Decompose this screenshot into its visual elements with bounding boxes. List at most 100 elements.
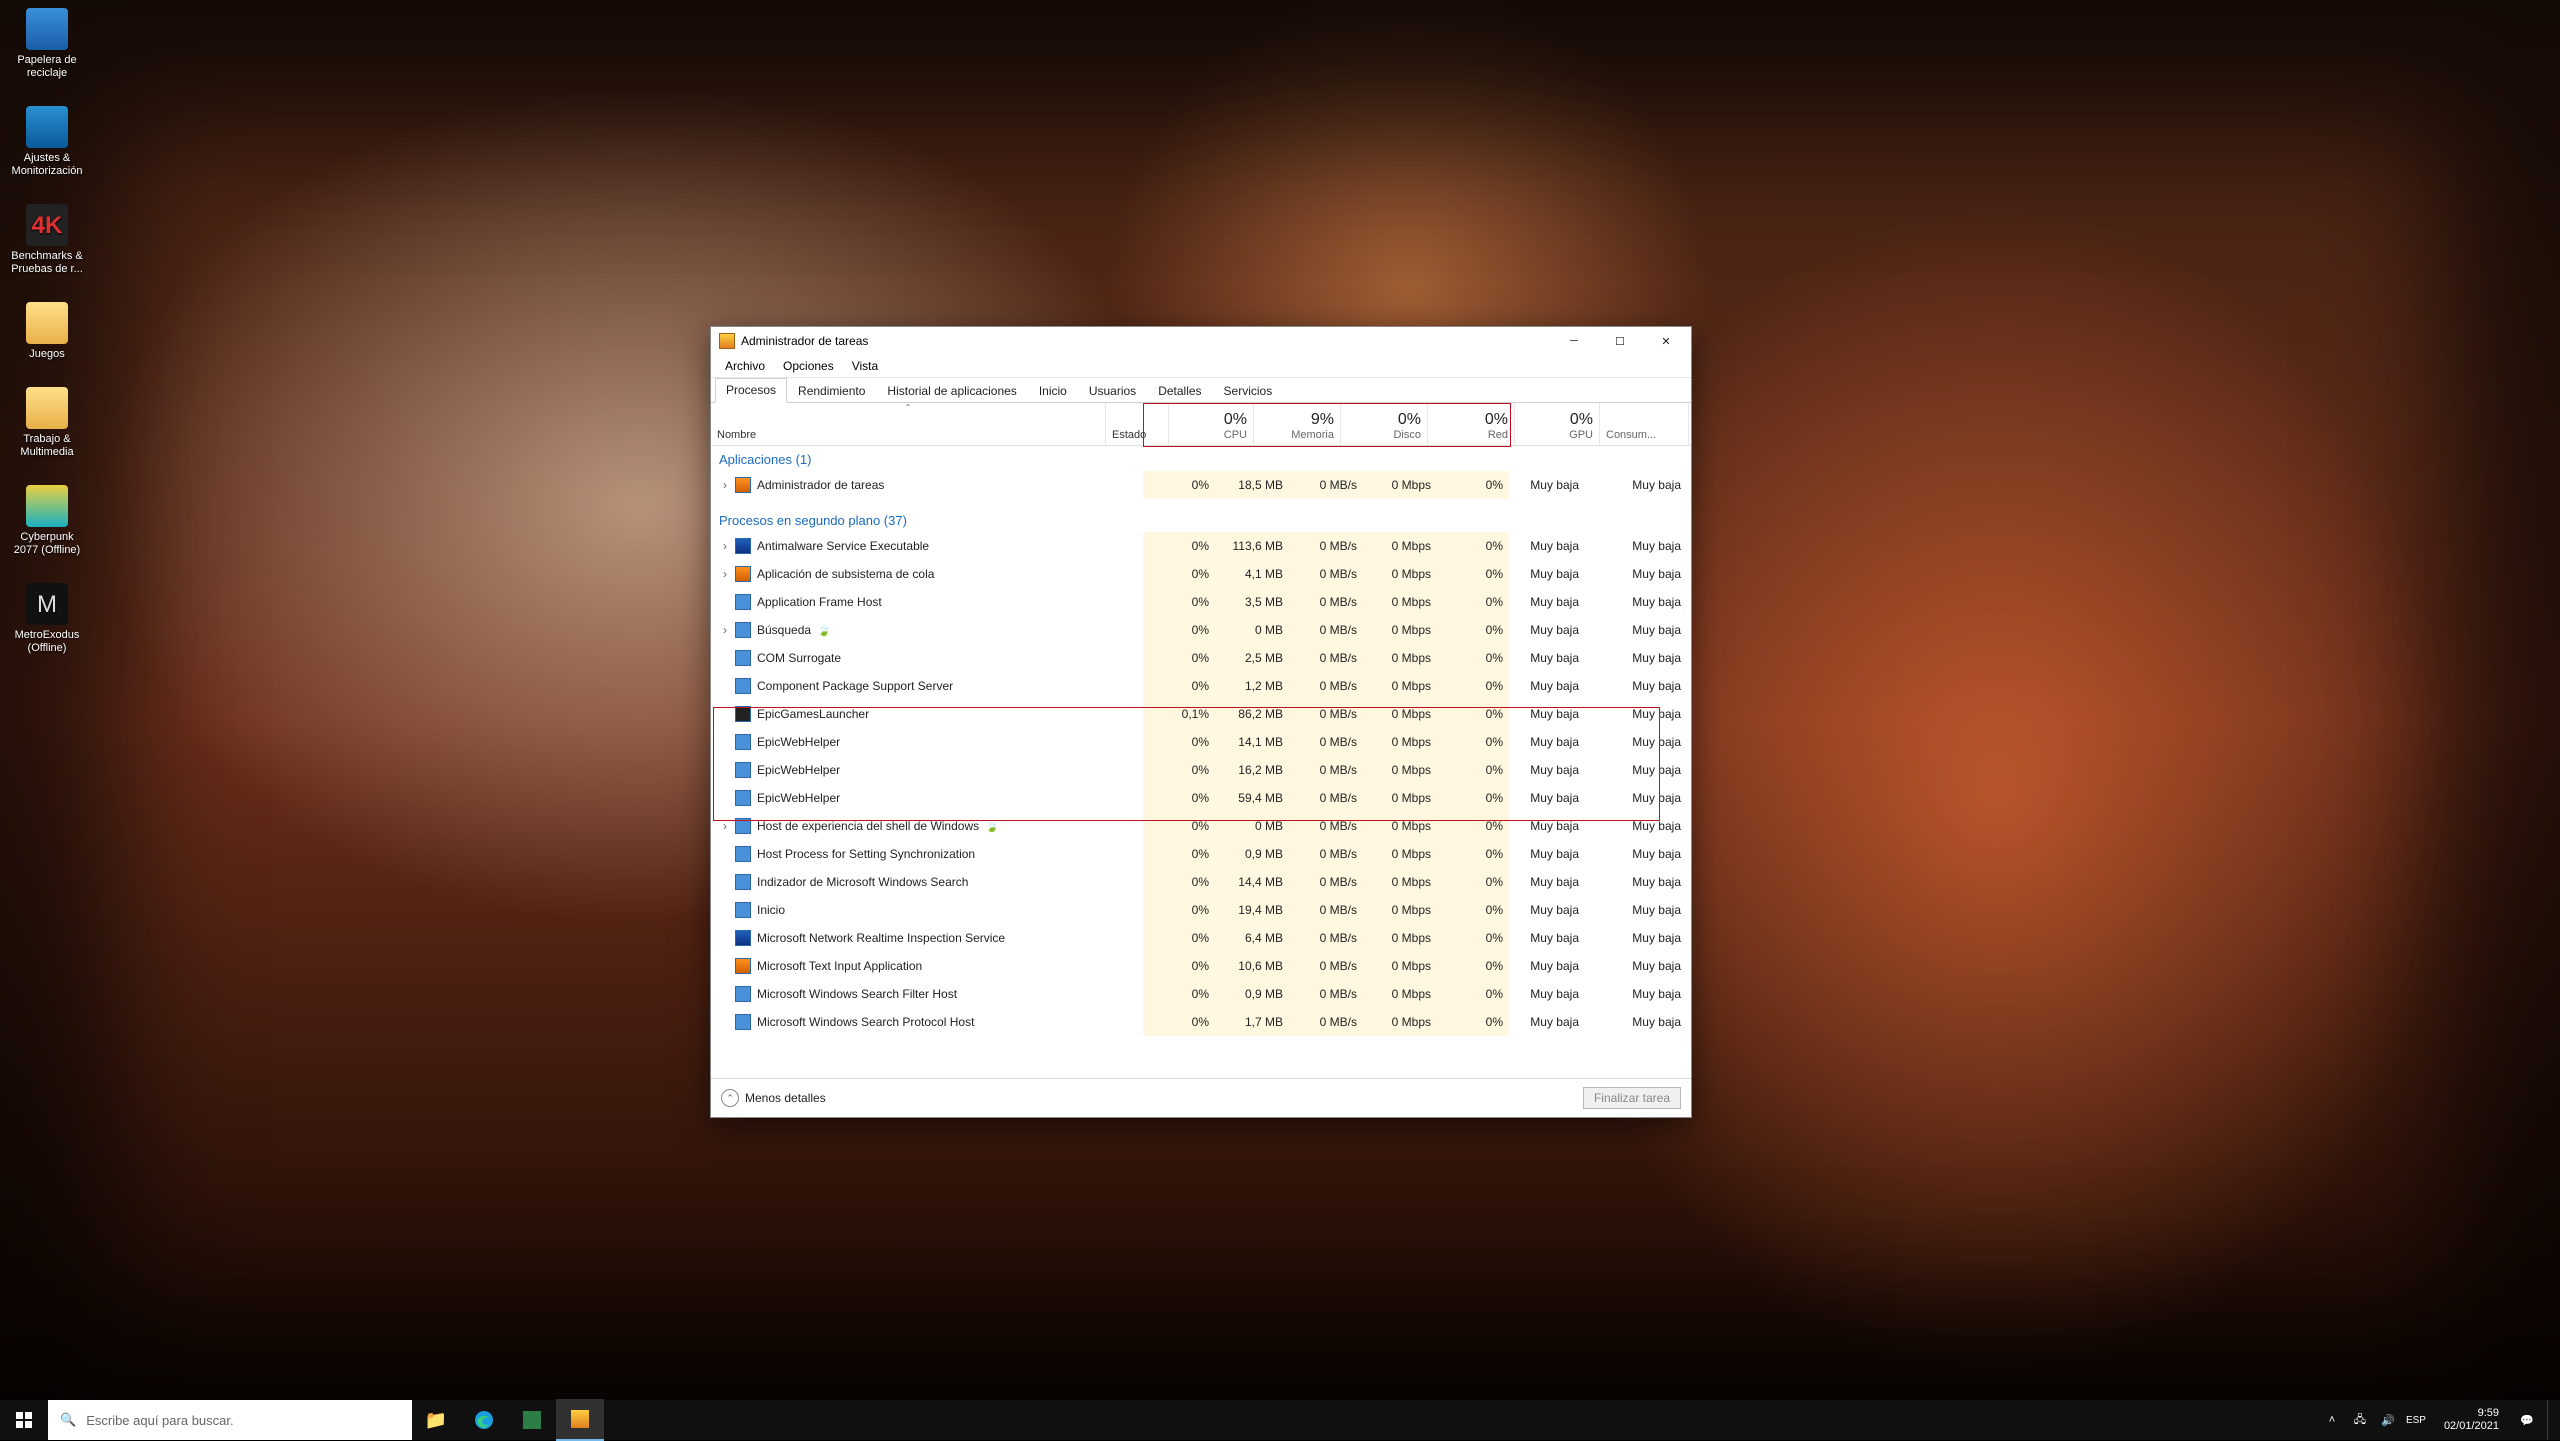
process-row[interactable]: ›Aplicación de subsistema de cola0%4,1 M…: [711, 560, 1691, 588]
close-button[interactable]: ✕: [1643, 327, 1689, 355]
expand-icon[interactable]: ›: [717, 623, 733, 637]
process-row[interactable]: EpicWebHelper0%14,1 MB0 MB/s0 Mbps0%Muy …: [711, 728, 1691, 756]
cell-network: 0 Mbps: [1363, 924, 1437, 952]
expand-icon[interactable]: ›: [717, 539, 733, 553]
cell-memory: 4,1 MB: [1215, 560, 1289, 588]
col-gpu[interactable]: 0%GPU: [1515, 403, 1600, 445]
tray-network-icon[interactable]: 🖧: [2352, 1412, 2368, 1428]
cell-network: 0 Mbps: [1363, 812, 1437, 840]
process-name: Application Frame Host: [757, 595, 882, 609]
process-row[interactable]: Microsoft Network Realtime Inspection Se…: [711, 924, 1691, 952]
cell-gpu: 0%: [1437, 952, 1509, 980]
tab-rendimiento[interactable]: Rendimiento: [787, 379, 876, 403]
maximize-button[interactable]: ☐: [1597, 327, 1643, 355]
menu-vista[interactable]: Vista: [844, 357, 886, 375]
menu-opciones[interactable]: Opciones: [775, 357, 842, 375]
system-tray: ˄ 🖧 🔊 ESP 9:59 02/01/2021 💬: [2318, 1400, 2560, 1440]
desktop-icon[interactable]: Trabajo & Multimedia: [8, 387, 86, 459]
cell-disk: 0 MB/s: [1289, 728, 1363, 756]
process-row[interactable]: Indizador de Microsoft Windows Search0%1…: [711, 868, 1691, 896]
process-row[interactable]: EpicWebHelper0%16,2 MB0 MB/s0 Mbps0%Muy …: [711, 756, 1691, 784]
cell-memory: 0,9 MB: [1215, 840, 1289, 868]
process-row[interactable]: ›Host de experiencia del shell de Window…: [711, 812, 1691, 840]
table-header[interactable]: ⌃ Nombre Estado 0%CPU 9%Memoria 0%Disco …: [711, 403, 1691, 446]
cell-disk: 0 MB/s: [1289, 756, 1363, 784]
desktop-icon-label: Juegos: [29, 348, 64, 361]
notifications-icon[interactable]: 💬: [2519, 1412, 2535, 1428]
tab-historial-de-aplicaciones[interactable]: Historial de aplicaciones: [876, 379, 1027, 403]
desktop-wallpaper[interactable]: Papelera de reciclaje Ajustes & Monitoriz…: [0, 0, 2560, 1440]
process-row[interactable]: Microsoft Text Input Application0%10,6 M…: [711, 952, 1691, 980]
expand-icon[interactable]: ›: [717, 819, 733, 833]
fewer-details-button[interactable]: ⌃ Menos detalles: [721, 1089, 826, 1107]
cell-memory: 0 MB: [1215, 616, 1289, 644]
desktop-icon[interactable]: Ajustes & Monitorización: [8, 106, 86, 178]
process-row[interactable]: COM Surrogate0%2,5 MB0 MB/s0 Mbps0%Muy b…: [711, 644, 1691, 672]
tab-servicios[interactable]: Servicios: [1213, 379, 1284, 403]
taskbar-task-manager-icon[interactable]: [556, 1399, 604, 1441]
cell-memory: 19,4 MB: [1215, 896, 1289, 924]
col-cpu[interactable]: 0%CPU: [1169, 403, 1254, 445]
task-manager-icon: [719, 333, 735, 349]
process-name: EpicWebHelper: [757, 735, 840, 749]
process-row[interactable]: Application Frame Host0%3,5 MB0 MB/s0 Mb…: [711, 588, 1691, 616]
show-desktop-button[interactable]: [2547, 1400, 2554, 1440]
process-row[interactable]: Inicio0%19,4 MB0 MB/s0 Mbps0%Muy bajaMuy…: [711, 896, 1691, 924]
taskbar-clock[interactable]: 9:59 02/01/2021: [2436, 1407, 2507, 1433]
process-row[interactable]: EpicGamesLauncher0,1%86,2 MB0 MB/s0 Mbps…: [711, 700, 1691, 728]
cell-network: 0 Mbps: [1363, 840, 1437, 868]
cell-power: Muy baja: [1509, 784, 1585, 812]
start-button[interactable]: [0, 1400, 48, 1440]
cell-gpu: 0%: [1437, 560, 1509, 588]
col-memory[interactable]: 9%Memoria: [1254, 403, 1341, 445]
desktop-icon[interactable]: Papelera de reciclaje: [8, 8, 86, 80]
col-power-trend[interactable]: Tendenci...: [1689, 403, 1691, 445]
minimize-button[interactable]: ─: [1551, 327, 1597, 355]
process-row[interactable]: ›Búsqueda🍃0%0 MB0 MB/s0 Mbps0%Muy bajaMu…: [711, 616, 1691, 644]
tab-usuarios[interactable]: Usuarios: [1078, 379, 1147, 403]
process-row[interactable]: Microsoft Windows Search Protocol Host0%…: [711, 1008, 1691, 1036]
expand-icon[interactable]: ›: [717, 478, 733, 492]
taskbar-app-icon[interactable]: [508, 1400, 556, 1440]
desktop-icon[interactable]: 4KBenchmarks & Pruebas de r...: [8, 204, 86, 276]
col-power-usage[interactable]: Consum...: [1600, 403, 1689, 445]
col-state[interactable]: Estado: [1106, 403, 1169, 445]
col-network[interactable]: 0%Red: [1428, 403, 1515, 445]
table-body[interactable]: Aplicaciones (1)›Administrador de tareas…: [711, 446, 1691, 1078]
cell-cpu: 0%: [1143, 644, 1215, 672]
process-row[interactable]: Host Process for Setting Synchronization…: [711, 840, 1691, 868]
process-row[interactable]: Component Package Support Server0%1,2 MB…: [711, 672, 1691, 700]
cell-cpu: 0%: [1143, 784, 1215, 812]
expand-icon[interactable]: ›: [717, 567, 733, 581]
tray-volume-icon[interactable]: 🔊: [2380, 1412, 2396, 1428]
cell-network: 0 Mbps: [1363, 471, 1437, 499]
cell-trend: Muy baja: [1585, 980, 1691, 1008]
cell-cpu: 0%: [1143, 924, 1215, 952]
process-row[interactable]: ›Antimalware Service Executable0%113,6 M…: [711, 532, 1691, 560]
cell-power: Muy baja: [1509, 532, 1585, 560]
titlebar[interactable]: Administrador de tareas ─ ☐ ✕: [711, 327, 1691, 355]
end-task-button[interactable]: Finalizar tarea: [1583, 1087, 1681, 1109]
tray-chevron-icon[interactable]: ˄: [2324, 1412, 2340, 1428]
col-name[interactable]: ⌃ Nombre: [711, 403, 1106, 445]
process-row[interactable]: Microsoft Windows Search Filter Host0%0,…: [711, 980, 1691, 1008]
cell-trend: Muy baja: [1585, 728, 1691, 756]
desktop-icon[interactable]: MMetroExodus (Offline): [8, 583, 86, 655]
taskbar-search[interactable]: 🔍 Escribe aquí para buscar.: [48, 1400, 412, 1440]
desktop-icon[interactable]: Juegos: [8, 302, 86, 361]
desktop-icon[interactable]: Cyberpunk 2077 (Offline): [8, 485, 86, 557]
col-disk[interactable]: 0%Disco: [1341, 403, 1428, 445]
desktop-icon-label: Cyberpunk 2077 (Offline): [8, 531, 86, 557]
tab-detalles[interactable]: Detalles: [1147, 379, 1212, 403]
leaf-icon: 🍃: [817, 624, 831, 637]
tray-language-icon[interactable]: ESP: [2408, 1412, 2424, 1428]
process-name: EpicGamesLauncher: [757, 707, 869, 721]
menu-archivo[interactable]: Archivo: [717, 357, 773, 375]
process-row[interactable]: ›Administrador de tareas0%18,5 MB0 MB/s0…: [711, 471, 1691, 499]
process-row[interactable]: EpicWebHelper0%59,4 MB0 MB/s0 Mbps0%Muy …: [711, 784, 1691, 812]
taskbar-explorer-icon[interactable]: 📁: [412, 1400, 460, 1440]
taskbar-edge-icon[interactable]: [460, 1400, 508, 1440]
tab-inicio[interactable]: Inicio: [1028, 379, 1078, 403]
tab-procesos[interactable]: Procesos: [715, 378, 787, 403]
cell-memory: 0 MB: [1215, 812, 1289, 840]
